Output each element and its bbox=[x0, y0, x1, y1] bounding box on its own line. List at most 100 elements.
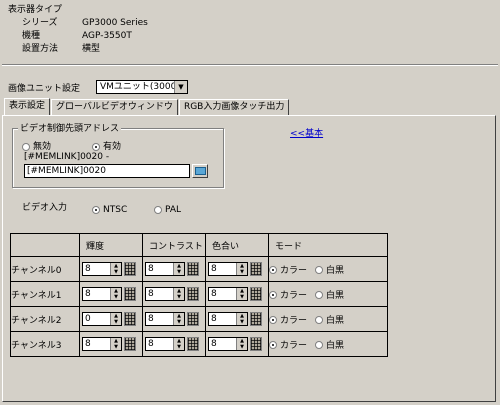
spin-arrows-icon[interactable]: ▲ ▼ bbox=[173, 288, 184, 300]
keypad-icon[interactable] bbox=[187, 337, 199, 351]
radio-icon[interactable] bbox=[315, 266, 324, 274]
radio-icon[interactable] bbox=[154, 205, 162, 214]
model-value: AGP-3550T bbox=[82, 31, 132, 41]
radio-selected-icon[interactable] bbox=[92, 205, 100, 214]
spin-arrows-icon[interactable]: ▲ ▼ bbox=[236, 288, 247, 300]
orientation-key: 設置方法 bbox=[22, 44, 59, 54]
channel-label: チャンネル0 bbox=[10, 256, 80, 282]
video-control-disabled-option[interactable]: 無効 bbox=[22, 139, 51, 152]
header-empty bbox=[10, 233, 80, 257]
spin-arrows-icon[interactable]: ▲ ▼ bbox=[236, 263, 247, 275]
hue-value: 8 bbox=[211, 314, 217, 324]
mode-color-option[interactable]: カラー bbox=[269, 341, 307, 351]
spin-arrows-icon[interactable]: ▲ ▼ bbox=[173, 263, 184, 275]
series-value: GP3000 Series bbox=[82, 18, 148, 28]
table-row: チャンネル1 8 ▲ ▼ 8 ▲ ▼ 8 ▲ ▼ カラー 白黒 bbox=[10, 281, 388, 307]
contrast-spinner[interactable]: 8 ▲ ▼ bbox=[143, 312, 205, 326]
radio-icon[interactable] bbox=[315, 341, 324, 349]
radio-selected-icon[interactable] bbox=[269, 341, 277, 349]
chevron-down-icon[interactable]: ▼ bbox=[174, 81, 187, 93]
video-input-ntsc-option[interactable]: NTSC bbox=[92, 205, 127, 215]
video-input-label: ビデオ入力 bbox=[22, 203, 68, 213]
brightness-spinner[interactable]: 0 ▲ ▼ bbox=[80, 312, 142, 326]
hue-spinner[interactable]: 8 ▲ ▼ bbox=[206, 312, 268, 326]
keypad-icon[interactable] bbox=[187, 312, 199, 326]
header-hue: 色合い bbox=[205, 233, 269, 257]
keypad-icon[interactable] bbox=[250, 287, 262, 301]
mode-color-label: カラー bbox=[280, 290, 308, 301]
brightness-spinner[interactable]: 8 ▲ ▼ bbox=[80, 337, 142, 351]
spin-arrows-icon[interactable]: ▲ ▼ bbox=[110, 288, 121, 300]
mode-color-option[interactable]: カラー bbox=[269, 316, 307, 326]
top-divider bbox=[2, 64, 498, 66]
hue-value: 8 bbox=[211, 264, 217, 274]
keypad-icon[interactable] bbox=[250, 262, 262, 276]
header-contrast: コントラスト bbox=[142, 233, 206, 257]
tab-display-settings[interactable]: 表示設定 bbox=[4, 98, 51, 115]
contrast-value: 8 bbox=[148, 289, 154, 299]
orientation-value: 横型 bbox=[82, 44, 101, 54]
display-type-title: 表示器タイプ bbox=[8, 5, 63, 15]
video-control-legend: ビデオ制御先頭アドレス bbox=[18, 121, 122, 134]
address-input[interactable]: [#MEMLINK]0020 bbox=[24, 164, 190, 178]
brightness-value: 8 bbox=[85, 264, 91, 274]
contrast-spinner[interactable]: 8 ▲ ▼ bbox=[143, 262, 205, 276]
spin-arrows-icon[interactable]: ▲ ▼ bbox=[173, 313, 184, 325]
brightness-spinner[interactable]: 8 ▲ ▼ bbox=[80, 287, 142, 301]
hue-spinner[interactable]: 8 ▲ ▼ bbox=[206, 337, 268, 351]
keypad-icon[interactable] bbox=[124, 287, 136, 301]
tab-global-video-window[interactable]: グローバルビデオウィンドウ bbox=[51, 99, 178, 115]
radio-selected-icon[interactable] bbox=[269, 316, 277, 324]
radio-icon[interactable] bbox=[315, 291, 324, 299]
unit-setting-label: 画像ユニット設定 bbox=[8, 84, 81, 94]
header-mode: モード bbox=[268, 233, 388, 257]
keypad-icon[interactable] bbox=[250, 312, 262, 326]
model-row: 機種 AGP-3550T bbox=[8, 30, 148, 43]
radio-selected-icon[interactable] bbox=[269, 291, 277, 299]
spin-arrows-icon[interactable]: ▲ ▼ bbox=[110, 338, 121, 350]
header-brightness: 輝度 bbox=[79, 233, 143, 257]
tab-rgb-input-touch-output[interactable]: RGB入力画像タッチ出力 bbox=[178, 99, 290, 115]
spin-arrows-icon[interactable]: ▲ ▼ bbox=[110, 313, 121, 325]
mode-cell: カラー 白黒 bbox=[268, 331, 388, 357]
contrast-value: 8 bbox=[148, 339, 154, 349]
mode-bw-option[interactable]: 白黒 bbox=[315, 266, 344, 276]
orientation-row: 設置方法 横型 bbox=[8, 43, 148, 56]
keypad-icon[interactable] bbox=[250, 337, 262, 351]
hue-spinner[interactable]: 8 ▲ ▼ bbox=[206, 287, 268, 301]
contrast-spinner[interactable]: 8 ▲ ▼ bbox=[143, 337, 205, 351]
brightness-value: 8 bbox=[85, 289, 91, 299]
keypad-icon[interactable] bbox=[124, 337, 136, 351]
keypad-icon[interactable] bbox=[187, 262, 199, 276]
mode-color-option[interactable]: カラー bbox=[269, 291, 307, 301]
spin-arrows-icon[interactable]: ▲ ▼ bbox=[173, 338, 184, 350]
keypad-icon[interactable] bbox=[187, 287, 199, 301]
radio-icon[interactable] bbox=[22, 142, 30, 151]
address-picker-button[interactable] bbox=[192, 164, 208, 178]
mode-cell: カラー 白黒 bbox=[268, 256, 388, 282]
keypad-icon[interactable] bbox=[124, 312, 136, 326]
radio-selected-icon[interactable] bbox=[269, 266, 277, 274]
unit-setting-select[interactable]: VMユニット(3000) ▼ bbox=[96, 80, 188, 94]
video-input-pal-option[interactable]: PAL bbox=[154, 205, 181, 215]
hue-spinner[interactable]: 8 ▲ ▼ bbox=[206, 262, 268, 276]
mode-bw-option[interactable]: 白黒 bbox=[315, 291, 344, 301]
mode-bw-option[interactable]: 白黒 bbox=[315, 316, 344, 326]
mode-bw-label: 白黒 bbox=[326, 340, 345, 351]
brightness-spinner[interactable]: 8 ▲ ▼ bbox=[80, 262, 142, 276]
hue-value: 8 bbox=[211, 289, 217, 299]
mode-bw-option[interactable]: 白黒 bbox=[315, 341, 344, 351]
radio-selected-icon[interactable] bbox=[92, 142, 100, 151]
spin-arrows-icon[interactable]: ▲ ▼ bbox=[236, 313, 247, 325]
video-control-enabled-option[interactable]: 有効 bbox=[92, 139, 121, 152]
back-to-basic-link[interactable]: <<基本 bbox=[290, 126, 323, 139]
spin-arrows-icon[interactable]: ▲ ▼ bbox=[110, 263, 121, 275]
keypad-icon[interactable] bbox=[124, 262, 136, 276]
radio-icon[interactable] bbox=[315, 316, 324, 324]
mode-bw-label: 白黒 bbox=[326, 265, 345, 276]
contrast-spinner[interactable]: 8 ▲ ▼ bbox=[143, 287, 205, 301]
spin-arrows-icon[interactable]: ▲ ▼ bbox=[236, 338, 247, 350]
mode-color-option[interactable]: カラー bbox=[269, 266, 307, 276]
mode-color-label: カラー bbox=[280, 340, 308, 351]
ntsc-label: NTSC bbox=[103, 205, 128, 215]
